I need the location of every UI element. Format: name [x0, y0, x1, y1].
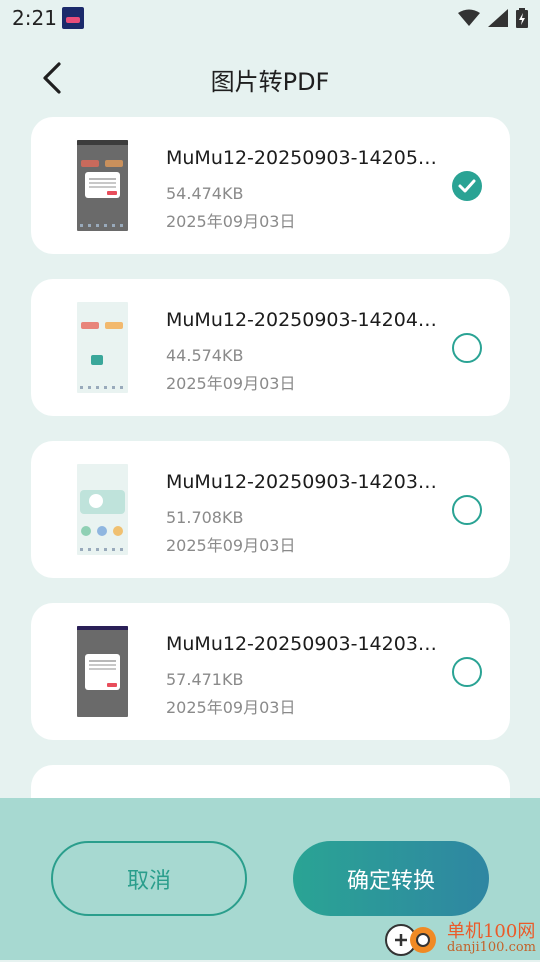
- page-title: 图片转PDF: [210, 68, 330, 96]
- checkmark-icon: [458, 179, 476, 193]
- file-size: 44.574KB: [166, 346, 244, 365]
- file-date: 2025年09月03日: [166, 374, 296, 393]
- file-thumbnail: [77, 626, 128, 717]
- status-time: 2:21: [12, 6, 57, 30]
- header: 图片转PDF: [0, 50, 540, 106]
- image-file-list: MuMu12-20250903-14205… 54.474KB 2025年09月…: [31, 117, 510, 798]
- file-thumbnail: [77, 140, 128, 231]
- file-date: 2025年09月03日: [166, 698, 296, 717]
- file-thumbnail: [77, 302, 128, 393]
- watermark-logo: [381, 918, 441, 958]
- watermark: 单机100网 danji100.com: [381, 918, 536, 958]
- watermark-main: 单机100网: [446, 920, 536, 942]
- status-icons: [458, 7, 528, 29]
- file-card[interactable]: MuMu12-20250903-14203… 57.471KB 2025年09月…: [31, 603, 510, 740]
- wifi-icon: [458, 9, 480, 26]
- file-name: MuMu12-20250903-14203…: [166, 633, 437, 655]
- confirm-convert-button[interactable]: 确定转换: [293, 841, 489, 916]
- bottom-action-bar: 取消 确定转换 单机100网 danji100.com: [0, 798, 540, 960]
- file-size: 57.471KB: [166, 670, 244, 689]
- watermark-sub: danji100.com: [446, 939, 536, 955]
- file-date: 2025年09月03日: [166, 212, 296, 231]
- file-card[interactable]: MuMu12-20250903-14204… 44.574KB 2025年09月…: [31, 279, 510, 416]
- select-checkbox[interactable]: [452, 333, 482, 363]
- select-checkbox[interactable]: [452, 171, 482, 201]
- file-card[interactable]: [31, 765, 510, 798]
- file-thumbnail: [77, 464, 128, 555]
- select-checkbox[interactable]: [452, 657, 482, 687]
- file-name: MuMu12-20250903-14205…: [166, 147, 437, 169]
- file-name: MuMu12-20250903-14203…: [166, 471, 437, 493]
- app-notification-icon: [62, 7, 84, 29]
- cancel-button[interactable]: 取消: [51, 841, 247, 916]
- file-card[interactable]: MuMu12-20250903-14205… 54.474KB 2025年09月…: [31, 117, 510, 254]
- file-date: 2025年09月03日: [166, 536, 296, 555]
- status-bar: 2:21: [0, 0, 540, 36]
- select-checkbox[interactable]: [452, 495, 482, 525]
- file-card[interactable]: MuMu12-20250903-14203… 51.708KB 2025年09月…: [31, 441, 510, 578]
- battery-charging-icon: [516, 8, 528, 28]
- file-size: 51.708KB: [166, 508, 244, 527]
- file-name: MuMu12-20250903-14204…: [166, 309, 437, 331]
- file-size: 54.474KB: [166, 184, 244, 203]
- cellular-signal-icon: [488, 9, 508, 27]
